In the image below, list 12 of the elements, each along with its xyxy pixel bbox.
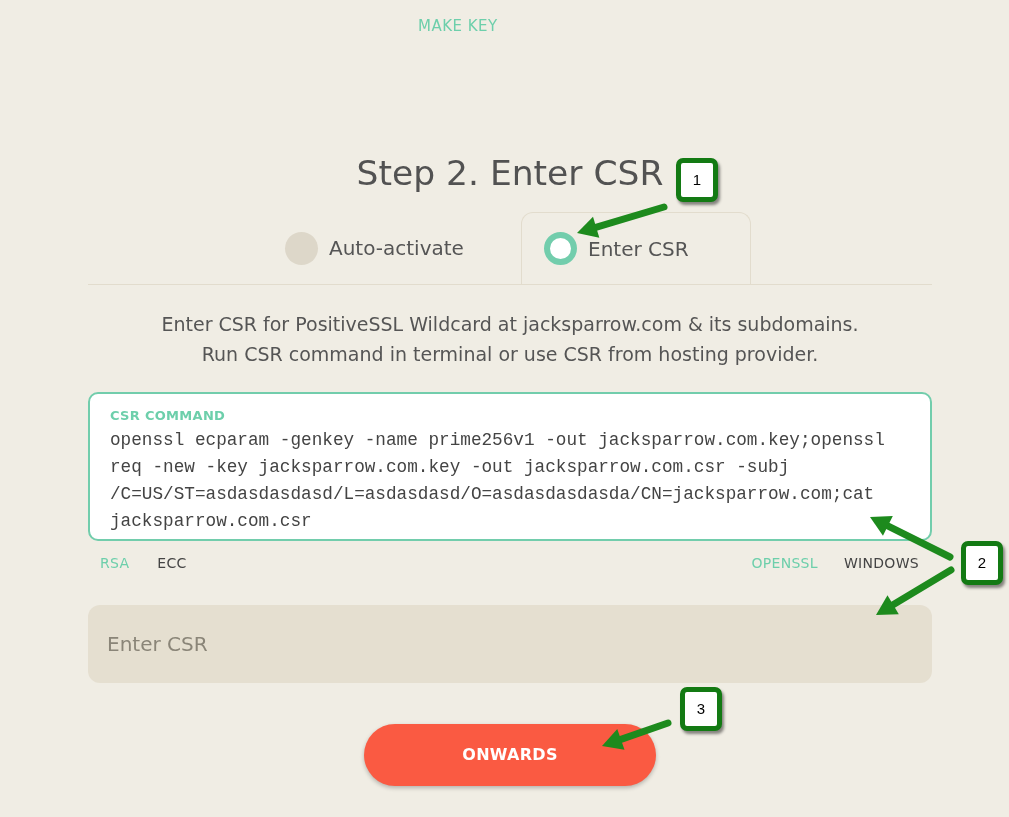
key-type-option[interactable]: ECC: [157, 553, 187, 573]
csr-input-field[interactable]: Enter CSR: [88, 605, 932, 683]
csr-command-label: CSR COMMAND: [110, 407, 227, 424]
mode-tab[interactable]: Auto-activate: [269, 212, 509, 284]
page-title: Step 2. Enter CSR: [356, 153, 664, 193]
callout-arrow: [602, 719, 672, 750]
callout-badge: 3: [680, 687, 722, 731]
callout-badge: 1: [676, 158, 718, 202]
csr-command-text: openssl ecparam -genkey -name prime256v1 -out jacksparrow.com.key;openssl req -new -key jacksparrow.com.key -out jacksparrow.com.csr -subj /C=US/ST=asdasdasdasd/L=asdasdasd/O=asdasdasdasda/CN=jacksparrow.com;cat jacksparrow.com.csr: [110, 429, 886, 533]
instructions-text: Enter CSR for PositiveSSL Wildcard at jacksparrow.com & its subdomains. Run CSR command in terminal or use CSR from hosting provider.: [160, 312, 860, 367]
callout-badge: 2: [961, 541, 1003, 585]
platform-option[interactable]: WINDOWS: [843, 553, 919, 573]
